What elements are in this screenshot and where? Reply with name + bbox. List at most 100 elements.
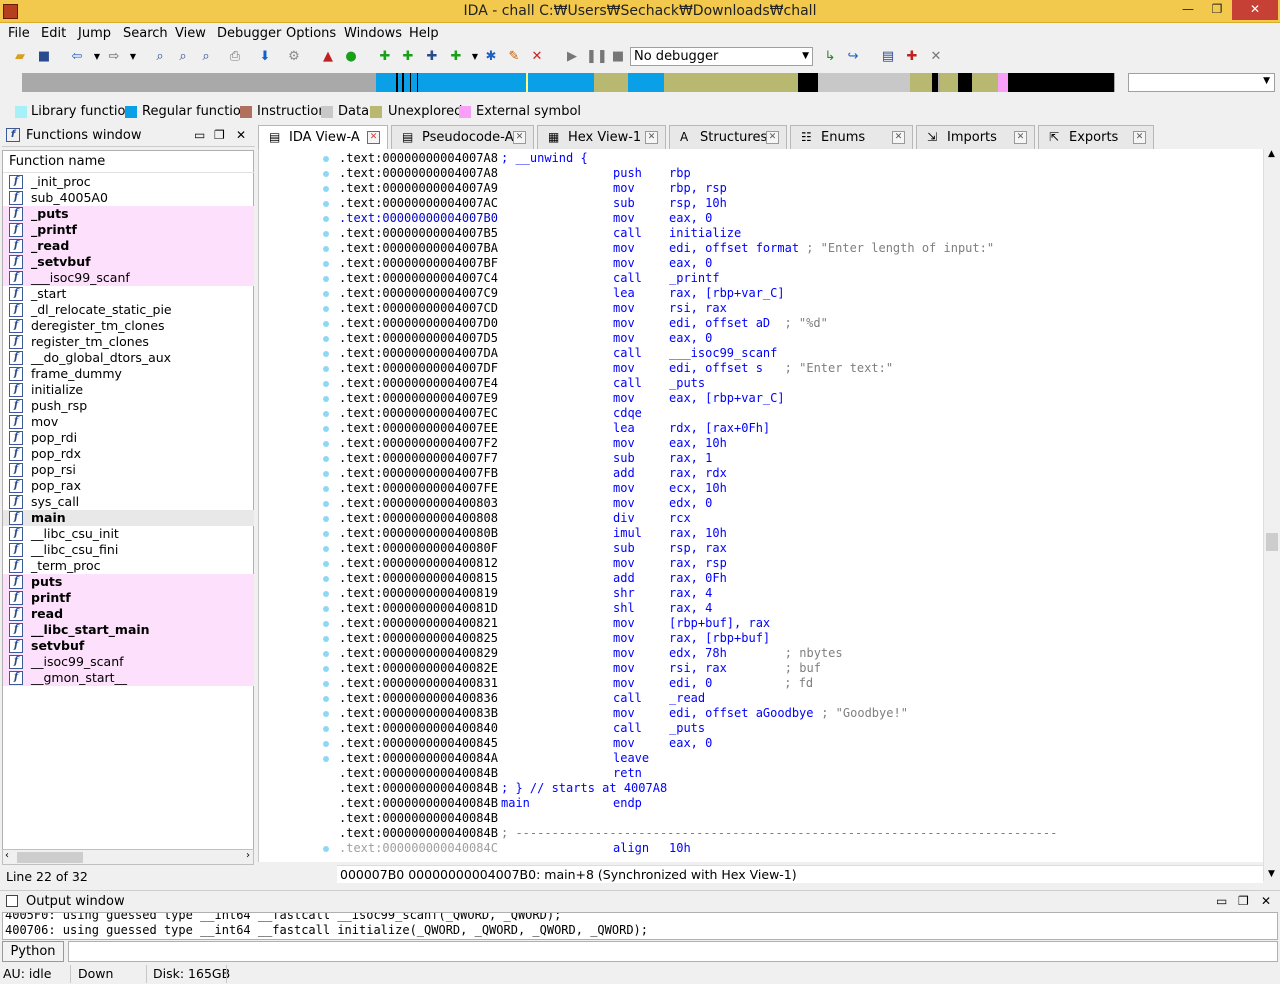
disasm-line[interactable]: .text:0000000000400836 call _read [339, 691, 705, 706]
menu-options[interactable]: Options [286, 26, 336, 41]
disasm-line[interactable]: .text:0000000000400829 mov edx, 78h ; nbyt… [339, 646, 843, 661]
navigation-band[interactable] [22, 73, 1115, 92]
add-enum-icon[interactable]: ✚ [447, 48, 465, 66]
function-row[interactable]: f register_tm_clones [3, 334, 254, 350]
function-row[interactable]: f setvbuf [3, 638, 254, 654]
scroll-left-icon[interactable]: ‹ [5, 850, 9, 861]
tab-close-icon[interactable]: ✕ [1014, 131, 1027, 144]
nav-segment-select[interactable]: ▼ [1128, 73, 1275, 92]
back-dropdown-icon[interactable]: ▼ [88, 48, 106, 66]
output-log[interactable]: 4005F0: using guessed type __int64 __fas… [2, 912, 1278, 940]
tab-close-icon[interactable]: ✕ [645, 131, 658, 144]
tab-exports[interactable]: ⇱ Exports ✕ [1038, 125, 1154, 149]
disassembly-view[interactable]: .text:00000000004007A8; __unwind {.text:… [258, 149, 1263, 862]
function-row[interactable]: f frame_dummy [3, 366, 254, 382]
disasm-line[interactable]: .text:000000000040084C align 10h [339, 841, 691, 856]
function-row[interactable]: f _read [3, 238, 254, 254]
jump-down-icon[interactable]: ⬇ [256, 48, 274, 66]
disasm-line[interactable]: .text:00000000004007C9 lea rax, [rbp+var_C… [339, 286, 785, 301]
back-arrow-icon[interactable]: ⇦ [68, 48, 86, 66]
restore-window-icon[interactable]: ❐ [214, 128, 225, 142]
function-row[interactable]: f _dl_relocate_static_pie [3, 302, 254, 318]
function-row[interactable]: f sub_4005A0 [3, 190, 254, 206]
disasm-line[interactable]: .text:000000000040084B; ----------------… [339, 826, 1057, 841]
function-row[interactable]: f __libc_csu_fini [3, 542, 254, 558]
menu-edit[interactable]: Edit [41, 26, 66, 41]
close-button[interactable]: ✕ [1232, 0, 1278, 20]
tools-icon[interactable]: ✕ [927, 48, 945, 66]
save-icon[interactable]: ■ [35, 48, 53, 66]
tab-enums[interactable]: ☷ Enums ✕ [790, 125, 913, 149]
disasm-line[interactable]: .text:00000000004007E4 call _puts [339, 376, 705, 391]
search-text-icon[interactable]: ⌕ [174, 48, 192, 66]
disasm-line[interactable]: .text:0000000000400840 call _puts [339, 721, 705, 736]
close-window-icon[interactable]: ✕ [236, 128, 246, 142]
stop-icon[interactable]: ■ [609, 48, 627, 66]
disasm-line[interactable]: .text:0000000000400812 mov rax, rsp [339, 556, 727, 571]
minimize-button[interactable]: — [1174, 0, 1202, 20]
disasm-line[interactable]: .text:00000000004007A9 mov rbp, rsp [339, 181, 727, 196]
function-row[interactable]: f pop_rax [3, 478, 254, 494]
menu-view[interactable]: View [175, 26, 206, 41]
edit-icon[interactable]: ✎ [505, 48, 523, 66]
disasm-line[interactable]: .text:00000000004007B5 call initialize [339, 226, 741, 241]
disasm-line[interactable]: .text:0000000000400845 mov eax, 0 [339, 736, 712, 751]
disasm-line[interactable]: .text:000000000040080F sub rsp, rax [339, 541, 727, 556]
disasm-line[interactable]: .text:00000000004007DF mov edi, offset s ;… [339, 361, 893, 376]
disasm-line[interactable]: .text:000000000040084B retn [339, 766, 642, 781]
restore-button[interactable]: ❐ [1203, 0, 1231, 20]
disasm-line[interactable]: .text:00000000004007EC cdqe [339, 406, 642, 421]
disasm-line[interactable]: .text:00000000004007CD mov rsi, rax [339, 301, 727, 316]
function-row[interactable]: f __gmon_start__ [3, 670, 254, 686]
function-row[interactable]: f main [3, 510, 254, 526]
tab-imports[interactable]: ⇲ Imports ✕ [916, 125, 1035, 149]
open-folder-icon[interactable]: ▰ [11, 48, 29, 66]
disasm-line[interactable]: .text:00000000004007FE mov ecx, 10h [339, 481, 727, 496]
list-icon[interactable]: ▤ [879, 48, 897, 66]
scroll-up-icon[interactable]: ▲ [1268, 149, 1275, 159]
disasm-line[interactable]: .text:00000000004007A8; __unwind { [339, 151, 588, 166]
scroll-thumb[interactable] [17, 852, 83, 863]
scroll-right-icon[interactable]: › [246, 850, 250, 861]
function-row[interactable]: f deregister_tm_clones [3, 318, 254, 334]
add-struct-icon[interactable]: ✚ [423, 48, 441, 66]
disasm-line[interactable]: .text:00000000004007BA mov edi, offset for… [339, 241, 994, 256]
close-window-icon[interactable]: ✕ [1261, 894, 1271, 908]
functions-hscrollbar[interactable]: ‹ › [2, 849, 254, 865]
disasm-line[interactable]: .text:00000000004007B0 mov eax, 0 [339, 211, 712, 226]
function-row[interactable]: f _start [3, 286, 254, 302]
function-row[interactable]: f _init_proc [3, 174, 254, 190]
function-row[interactable]: f pop_rdx [3, 446, 254, 462]
disasm-line[interactable]: .text:000000000040081D shl rax, 4 [339, 601, 712, 616]
disassembly-vscrollbar[interactable]: ▲ ▼ [1263, 149, 1280, 881]
function-row[interactable]: f __do_global_dtors_aux [3, 350, 254, 366]
functions-list[interactable]: Function name f _init_proc f sub_4005A0 f _pu… [2, 150, 254, 850]
function-row[interactable]: f printf [3, 590, 254, 606]
function-row[interactable]: f puts [3, 574, 254, 590]
pause-icon[interactable]: ❚❚ [586, 48, 608, 66]
function-row[interactable]: f __libc_csu_init [3, 526, 254, 542]
disasm-line[interactable]: .text:000000000040084A leave [339, 751, 649, 766]
function-row[interactable]: f pop_rdi [3, 430, 254, 446]
disasm-line[interactable]: .text:0000000000400815 add rax, 0Fh [339, 571, 727, 586]
tab-structures[interactable]: A Structures ✕ [669, 125, 787, 149]
function-row[interactable]: f _setvbuf [3, 254, 254, 270]
disasm-line[interactable]: .text:00000000004007DA call ___isoc99_scan… [339, 346, 777, 361]
disasm-line[interactable]: .text:000000000040083B mov edi, offset aGo… [339, 706, 908, 721]
disasm-line[interactable]: .text:00000000004007A8 push rbp [339, 166, 691, 181]
column-header-function-name[interactable]: Function name [3, 151, 254, 173]
forward-arrow-icon[interactable]: ⇨ [105, 48, 123, 66]
function-row[interactable]: f _term_proc [3, 558, 254, 574]
disasm-line[interactable]: .text:0000000000400831 mov edi, 0 ; fd [339, 676, 813, 691]
disasm-line[interactable]: .text:0000000000400821 mov [rbp+buf], rax [339, 616, 770, 631]
play-icon[interactable]: ▶ [563, 48, 581, 66]
search-binary-icon[interactable]: ⌕ [151, 48, 169, 66]
disasm-line[interactable]: .text:000000000040084B; } // starts at 4… [339, 781, 667, 796]
function-row[interactable]: f pop_rsi [3, 462, 254, 478]
disasm-line[interactable]: .text:0000000000400819 shr rax, 4 [339, 586, 712, 601]
disasm-line[interactable]: .text:00000000004007E9 mov eax, [rbp+var_C… [339, 391, 785, 406]
disasm-line[interactable]: .text:000000000040080B imul rax, 10h [339, 526, 727, 541]
disasm-line[interactable]: .text:000000000040082E mov rsi, rax ; buf [339, 661, 821, 676]
disasm-line[interactable]: .text:00000000004007D5 mov eax, 0 [339, 331, 712, 346]
disasm-line[interactable]: .text:0000000000400808 div rcx [339, 511, 691, 526]
